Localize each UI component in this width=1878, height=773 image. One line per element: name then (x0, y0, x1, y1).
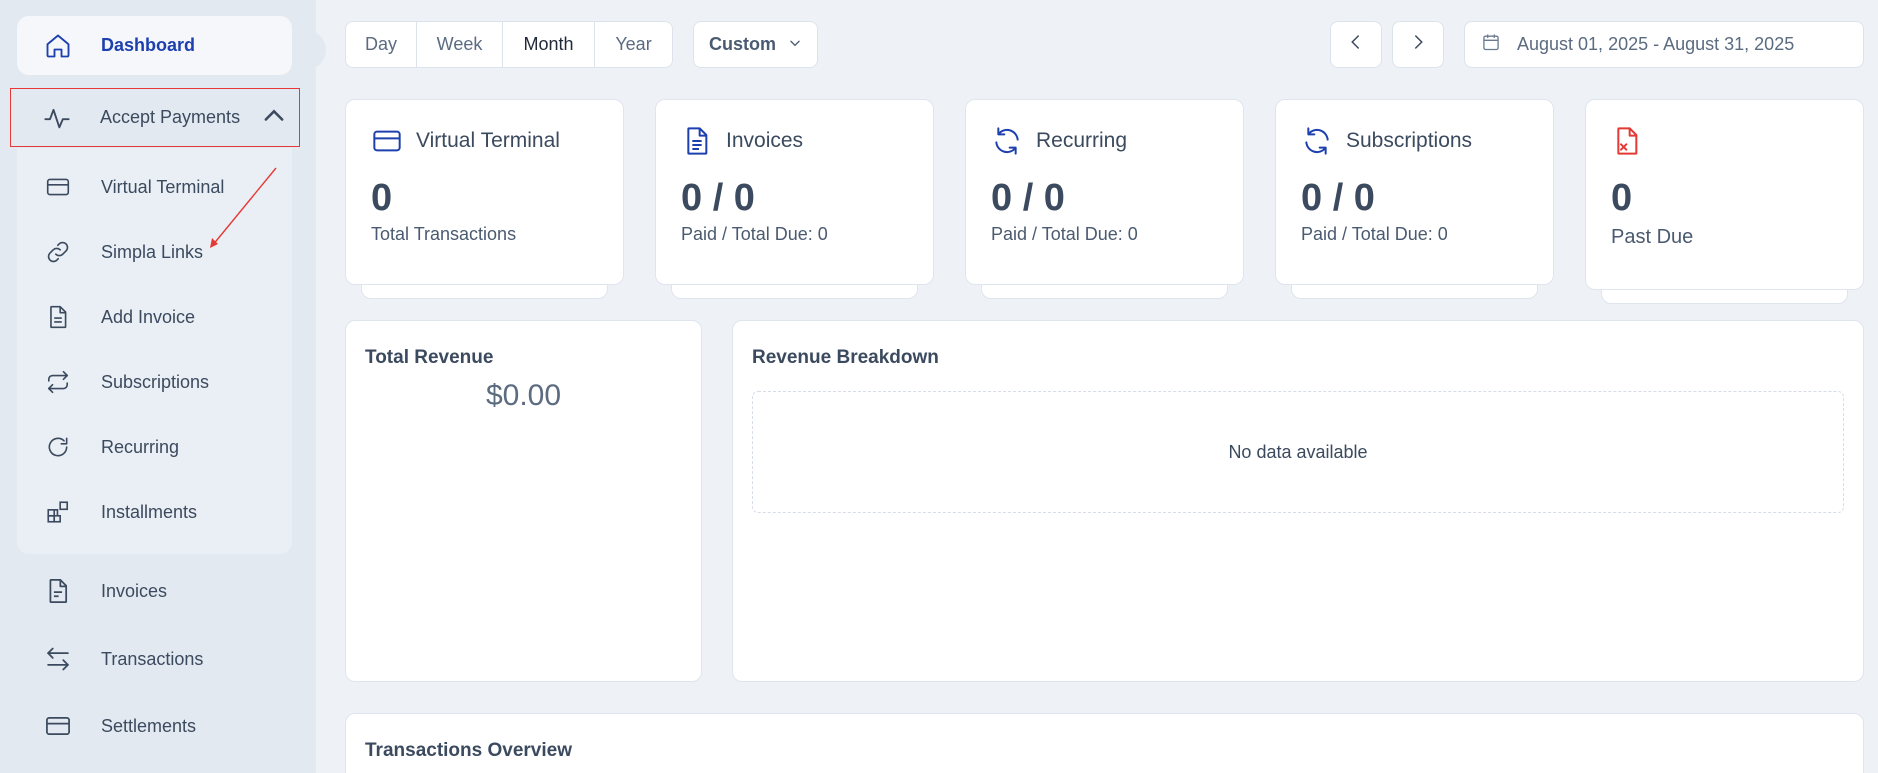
transactions-overview-panel: Transactions Overview (345, 713, 1864, 773)
empty-state: No data available (752, 391, 1844, 513)
card-title: Subscriptions (1346, 129, 1473, 152)
stat-card-subscriptions[interactable]: Subscriptions 0 / 0 Paid / Total Due: 0 (1275, 99, 1554, 299)
panel-title: Total Revenue (365, 347, 494, 368)
chevron-up-icon (260, 102, 288, 133)
credit-card-icon (43, 711, 73, 741)
sidebar-item-label: Subscriptions (101, 371, 210, 392)
card-value: 0 (1611, 177, 1633, 219)
sidebar-item-label: Invoices (101, 580, 168, 601)
date-range-picker[interactable]: August 01, 2025 - August 31, 2025 (1464, 21, 1864, 68)
stat-card-recurring[interactable]: Recurring 0 / 0 Paid / Total Due: 0 (965, 99, 1244, 299)
panel-title: Revenue Breakdown (752, 347, 939, 368)
activity-icon (42, 103, 72, 133)
period-selector: Day Week Month Year (345, 21, 673, 68)
accept-payments-submenu: Virtual Terminal Simpla Links Add Invoic… (17, 148, 292, 554)
card-value: 0 (371, 177, 393, 219)
sidebar-item-transactions[interactable]: Transactions (17, 630, 292, 688)
refresh-icon (43, 432, 73, 462)
card-subtitle: Total Transactions (371, 224, 517, 244)
sidebar-item-accept-payments[interactable]: Accept Payments (10, 88, 300, 147)
sidebar-item-label: Installments (101, 501, 198, 522)
sidebar-item-label: Recurring (101, 436, 180, 457)
previous-period-button[interactable] (1330, 21, 1382, 68)
credit-card-icon (371, 124, 405, 158)
sidebar-item-virtual-terminal[interactable]: Virtual Terminal (17, 162, 292, 212)
sidebar: Dashboard Accept Payments Virtual Termin… (0, 0, 326, 773)
document-icon (43, 576, 73, 606)
sidebar-item-settlements[interactable]: Settlements (17, 697, 292, 755)
sidebar-item-subscriptions[interactable]: Subscriptions (17, 357, 292, 407)
document-icon (43, 302, 73, 332)
card-subtitle: Paid / Total Due: 0 (1301, 224, 1448, 244)
next-period-button[interactable] (1392, 21, 1444, 68)
period-day-button[interactable]: Day (346, 22, 417, 67)
custom-period-dropdown[interactable]: Custom (693, 21, 818, 68)
arrows-swap-icon (43, 644, 73, 674)
sidebar-item-label: Dashboard (101, 35, 196, 55)
chevron-down-icon (788, 36, 802, 53)
panel-title: Transactions Overview (365, 740, 572, 761)
stat-card-past-due[interactable]: 0 Past Due (1585, 99, 1864, 304)
calendar-icon (1481, 32, 1501, 57)
document-icon (681, 124, 715, 158)
blocks-icon (43, 497, 73, 527)
date-range-text: August 01, 2025 - August 31, 2025 (1517, 34, 1795, 54)
total-revenue-amount: $0.00 (485, 379, 562, 412)
chevron-left-icon (1347, 33, 1365, 56)
sidebar-item-label: Virtual Terminal (101, 176, 225, 197)
card-subtitle: Past Due (1611, 226, 1694, 248)
card-value: 0 / 0 (991, 177, 1065, 219)
revenue-breakdown-panel: Revenue Breakdown No data available (732, 320, 1864, 682)
card-value: 0 / 0 (1301, 177, 1375, 219)
period-month-button[interactable]: Month (503, 22, 595, 67)
sidebar-item-label: Accept Payments (100, 107, 241, 127)
sidebar-item-label: Transactions (101, 648, 204, 669)
sidebar-item-recurring[interactable]: Recurring (17, 422, 292, 472)
card-title: Recurring (1036, 129, 1128, 152)
link-icon (43, 237, 73, 267)
sidebar-item-label: Settlements (101, 715, 197, 736)
file-x-icon (1611, 124, 1645, 158)
card-subtitle: Paid / Total Due: 0 (991, 224, 1138, 244)
home-icon (43, 31, 73, 61)
card-value: 0 / 0 (681, 177, 755, 219)
repeat-icon (43, 367, 73, 397)
sidebar-item-label: Add Invoice (101, 306, 196, 327)
sidebar-item-invoices[interactable]: Invoices (17, 562, 292, 620)
sidebar-item-installments[interactable]: Installments (17, 487, 292, 537)
total-revenue-panel: Total Revenue $0.00 (345, 320, 702, 682)
chevron-right-icon (1409, 33, 1427, 56)
card-subtitle: Paid / Total Due: 0 (681, 224, 828, 244)
card-title: Virtual Terminal (416, 129, 560, 152)
sidebar-item-add-invoice[interactable]: Add Invoice (17, 292, 292, 342)
period-year-button[interactable]: Year (595, 22, 672, 67)
stat-card-virtual-terminal[interactable]: Virtual Terminal 0 Total Transactions (345, 99, 624, 299)
custom-label: Custom (709, 34, 776, 54)
credit-card-icon (43, 172, 73, 202)
refresh-icon (1301, 124, 1335, 158)
card-title: Invoices (726, 129, 804, 152)
period-week-button[interactable]: Week (417, 22, 503, 67)
sidebar-item-simpla-links[interactable]: Simpla Links (17, 227, 292, 277)
stat-card-invoices[interactable]: Invoices 0 / 0 Paid / Total Due: 0 (655, 99, 934, 299)
refresh-icon (991, 124, 1025, 158)
sidebar-item-label: Simpla Links (101, 241, 204, 262)
sidebar-item-dashboard[interactable]: Dashboard (17, 16, 292, 75)
